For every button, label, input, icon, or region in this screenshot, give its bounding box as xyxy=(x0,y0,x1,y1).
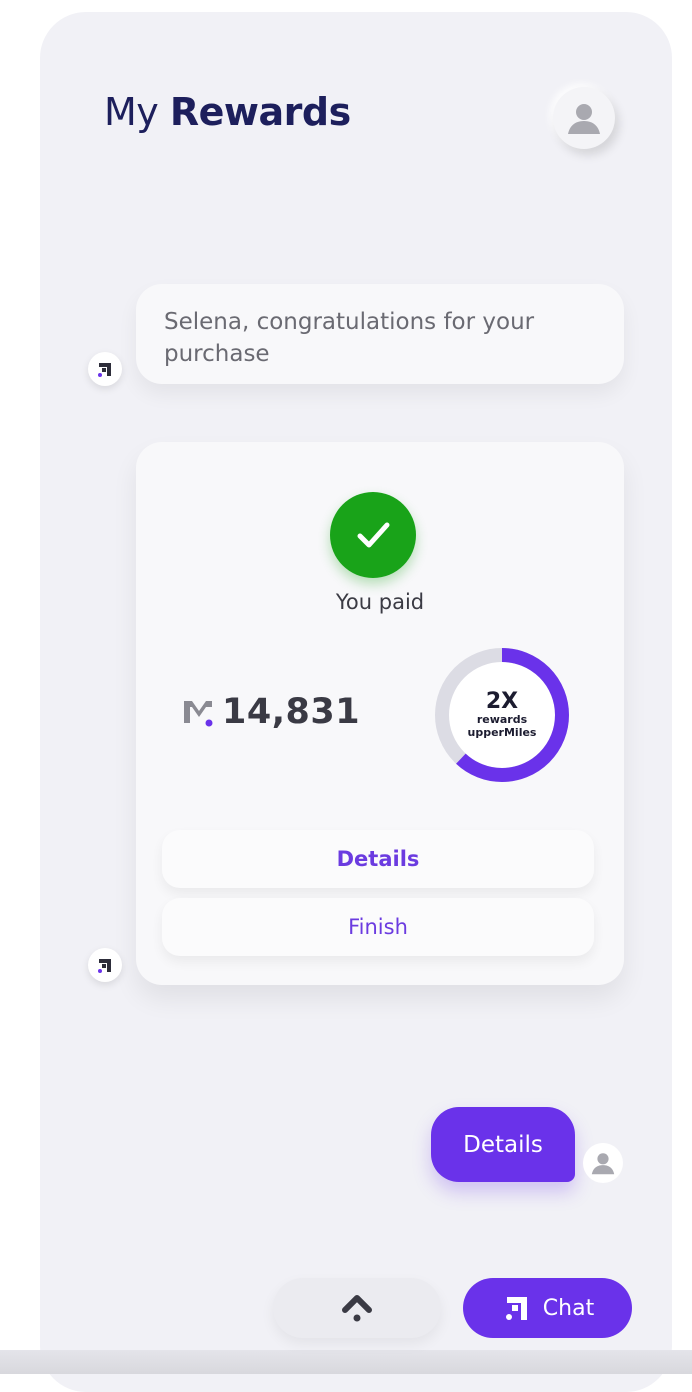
bot-message: Selena, congratulations for your purchas… xyxy=(136,284,624,384)
upper-logo-icon xyxy=(505,1297,527,1320)
upper-logo-icon xyxy=(98,363,111,377)
check-icon xyxy=(357,522,390,548)
details-button-label: Details xyxy=(336,847,420,871)
paid-status-label: You paid xyxy=(335,590,425,614)
finish-button[interactable]: Finish xyxy=(162,898,594,956)
user-message-text: Details xyxy=(463,1131,543,1158)
payment-card: You paid 14,831 2X rewards upperMiles De… xyxy=(136,442,624,985)
bottom-edge xyxy=(0,1350,692,1374)
page-title-light: My xyxy=(104,90,159,134)
rewards-label: rewards xyxy=(476,713,528,726)
page-title-bold: Rewards xyxy=(169,90,351,134)
miles-balance: 14,831 xyxy=(182,692,360,732)
user-avatar xyxy=(583,1143,623,1183)
rewards-multiplier: 2X xyxy=(485,689,519,714)
chat-button-label: Chat xyxy=(542,1295,595,1321)
user-icon xyxy=(591,1153,615,1175)
miles-amount: 14,831 xyxy=(222,692,361,732)
chat-button[interactable]: Chat xyxy=(463,1278,632,1338)
finish-button-label: Finish xyxy=(348,915,408,939)
miles-logo-icon xyxy=(184,701,213,727)
profile-button[interactable] xyxy=(553,87,615,149)
user-message: Details xyxy=(431,1107,575,1182)
details-button[interactable]: Details xyxy=(162,830,594,888)
paid-status-indicator xyxy=(330,492,416,578)
bot-message-text: Selena, congratulations for your purchas… xyxy=(164,309,535,367)
scroll-up-button[interactable] xyxy=(273,1278,441,1338)
bot-avatar xyxy=(88,948,122,982)
rewards-program-label: upperMiles xyxy=(467,726,537,739)
bot-avatar xyxy=(88,352,122,386)
chevron-up-icon xyxy=(342,1295,372,1322)
rewards-badge: 2X rewards upperMiles xyxy=(432,645,572,785)
upper-logo-icon xyxy=(98,959,111,973)
page-title: My Rewards xyxy=(104,90,351,134)
rewards-badge-text: 2X rewards upperMiles xyxy=(432,645,572,785)
user-icon xyxy=(568,104,600,134)
